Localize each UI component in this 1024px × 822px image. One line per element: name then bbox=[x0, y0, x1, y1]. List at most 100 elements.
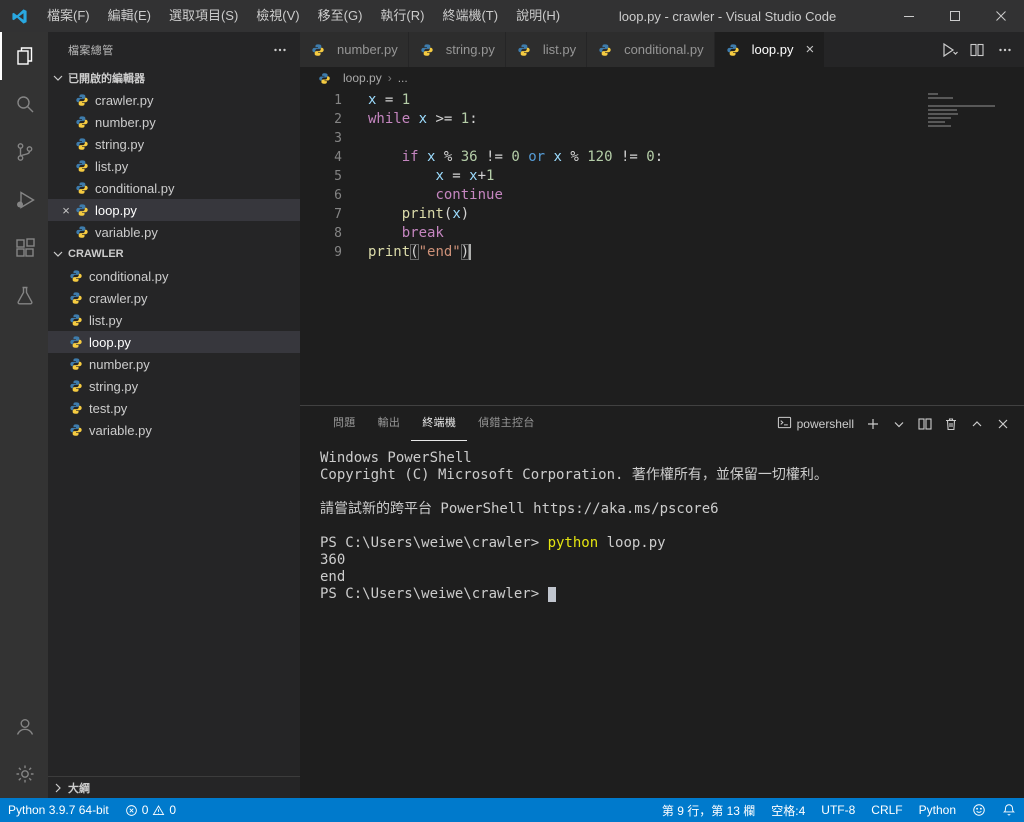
run-button[interactable] bbox=[936, 37, 962, 63]
language-mode[interactable]: Python bbox=[911, 798, 964, 822]
maximize-panel-button[interactable] bbox=[966, 413, 988, 435]
panel-tab[interactable]: 終端機 bbox=[411, 406, 468, 441]
code-line[interactable]: 8 break bbox=[300, 224, 1024, 243]
tab-label: number.py bbox=[337, 42, 398, 57]
run-debug-icon[interactable] bbox=[0, 176, 48, 224]
menu-item-0[interactable]: 檔案(F) bbox=[38, 0, 99, 32]
eol-sequence[interactable]: CRLF bbox=[863, 798, 910, 822]
close-icon[interactable]: × bbox=[58, 203, 74, 218]
python-file-icon bbox=[74, 158, 90, 174]
open-editor-item[interactable]: ×conditional.py bbox=[48, 177, 300, 199]
menu-item-6[interactable]: 終端機(T) bbox=[433, 0, 507, 32]
warning-icon bbox=[152, 804, 165, 817]
shell-selector[interactable]: powershell bbox=[777, 415, 854, 433]
editor-more-actions-button[interactable] bbox=[992, 37, 1018, 63]
open-editor-item[interactable]: ×crawler.py bbox=[48, 89, 300, 111]
panel-tab[interactable]: 問題 bbox=[322, 406, 367, 441]
split-editor-button[interactable] bbox=[964, 37, 990, 63]
cursor-position[interactable]: 第 9 行，第 13 欄 bbox=[654, 798, 763, 822]
terminal[interactable]: Windows PowerShell Copyright (C) Microsof… bbox=[300, 441, 1024, 798]
editor-tab[interactable]: string.py bbox=[408, 32, 506, 67]
notifications-bell-icon[interactable] bbox=[994, 798, 1024, 822]
open-editor-item[interactable]: ×variable.py bbox=[48, 221, 300, 243]
python-file-icon bbox=[74, 136, 90, 152]
panel-tab[interactable]: 輸出 bbox=[367, 406, 412, 441]
close-panel-button[interactable] bbox=[992, 413, 1014, 435]
menu-item-2[interactable]: 選取項目(S) bbox=[160, 0, 247, 32]
editor-tab[interactable]: conditional.py bbox=[587, 32, 715, 67]
editor-tab[interactable]: list.py bbox=[505, 32, 588, 67]
close-icon[interactable]: × bbox=[806, 42, 815, 57]
line-number: 8 bbox=[334, 226, 342, 241]
source-control-icon[interactable] bbox=[0, 128, 48, 176]
panel-tab[interactable]: 偵錯主控台 bbox=[467, 406, 546, 441]
open-editor-item[interactable]: ×number.py bbox=[48, 111, 300, 133]
python-file-icon bbox=[597, 42, 613, 58]
minimap[interactable] bbox=[928, 93, 1008, 127]
maximize-button[interactable] bbox=[932, 0, 978, 32]
file-item[interactable]: list.py bbox=[48, 309, 300, 331]
editor-tab[interactable]: number.py bbox=[300, 32, 409, 67]
file-item[interactable]: number.py bbox=[48, 353, 300, 375]
sidebar-header: 檔案總管 bbox=[48, 32, 300, 67]
file-item[interactable]: loop.py bbox=[48, 331, 300, 353]
explorer-icon[interactable] bbox=[0, 32, 48, 80]
file-item[interactable]: variable.py bbox=[48, 419, 300, 441]
file-name: loop.py bbox=[95, 202, 137, 218]
open-editor-item[interactable]: × loop.py bbox=[48, 199, 300, 221]
python-file-icon bbox=[516, 42, 532, 58]
close-button[interactable] bbox=[978, 0, 1024, 32]
python-file-icon bbox=[68, 356, 84, 372]
code-line[interactable]: 9 print("end") bbox=[300, 243, 1024, 262]
outline-label: 大綱 bbox=[68, 782, 90, 795]
breadcrumb-symbol[interactable]: ... bbox=[398, 71, 408, 85]
editor-tab[interactable]: loop.py × bbox=[714, 32, 826, 67]
open-editors-label: 已開啟的編輯器 bbox=[68, 73, 145, 85]
code-line[interactable]: 3 bbox=[300, 129, 1024, 148]
terminal-line: Windows PowerShell bbox=[320, 450, 472, 466]
code-line[interactable]: 2 while x >= 1: bbox=[300, 110, 1024, 129]
indentation[interactable]: 空格:4 bbox=[763, 798, 813, 822]
code-line[interactable]: 5 x = x+1 bbox=[300, 167, 1024, 186]
breadcrumb[interactable]: loop.py › ... bbox=[300, 67, 1024, 89]
search-icon[interactable] bbox=[0, 80, 48, 128]
code-line[interactable]: 1x = 1 bbox=[300, 91, 1024, 110]
line-number: 5 bbox=[334, 169, 342, 184]
terminal-dropdown-icon[interactable] bbox=[888, 413, 910, 435]
outline-section-header[interactable]: 大綱 bbox=[48, 776, 300, 798]
settings-gear-icon[interactable] bbox=[0, 750, 48, 798]
code-line[interactable]: 6 continue bbox=[300, 186, 1024, 205]
problems-status[interactable]: 0 0 bbox=[117, 798, 184, 822]
code-editor[interactable]: 1x = 1 2 while x >= 1: 3 4 if x % 36 != 0 or… bbox=[300, 89, 1024, 405]
menu-item-1[interactable]: 編輯(E) bbox=[99, 0, 160, 32]
extensions-icon[interactable] bbox=[0, 224, 48, 272]
file-item[interactable]: test.py bbox=[48, 397, 300, 419]
menu-item-5[interactable]: 執行(R) bbox=[371, 0, 433, 32]
more-actions-icon[interactable] bbox=[272, 42, 288, 58]
file-item[interactable]: string.py bbox=[48, 375, 300, 397]
kill-terminal-trash-icon[interactable] bbox=[940, 413, 962, 435]
feedback-icon[interactable] bbox=[964, 798, 994, 822]
menu-item-7[interactable]: 說明(H) bbox=[507, 0, 569, 32]
file-item[interactable]: conditional.py bbox=[48, 265, 300, 287]
line-number: 2 bbox=[334, 112, 342, 127]
minimize-button[interactable] bbox=[886, 0, 932, 32]
account-icon[interactable] bbox=[0, 702, 48, 750]
panel-tabs: 問題 輸出 終端機 偵錯主控台 bbox=[322, 406, 546, 441]
menu-item-3[interactable]: 檢視(V) bbox=[247, 0, 308, 32]
breadcrumb-file[interactable]: loop.py bbox=[343, 71, 382, 85]
menu-item-4[interactable]: 移至(G) bbox=[309, 0, 372, 32]
code-line[interactable]: 7 print(x) bbox=[300, 205, 1024, 224]
panel-header: 問題 輸出 終端機 偵錯主控台 powershell bbox=[300, 406, 1024, 441]
open-editor-item[interactable]: ×string.py bbox=[48, 133, 300, 155]
encoding[interactable]: UTF-8 bbox=[813, 798, 863, 822]
file-item[interactable]: crawler.py bbox=[48, 287, 300, 309]
split-terminal-button[interactable] bbox=[914, 413, 936, 435]
open-editors-section-header[interactable]: 已開啟的編輯器 bbox=[48, 67, 300, 89]
folder-section-header[interactable]: CRAWLER bbox=[48, 243, 300, 265]
testing-icon[interactable] bbox=[0, 272, 48, 320]
open-editor-item[interactable]: ×list.py bbox=[48, 155, 300, 177]
code-line[interactable]: 4 if x % 36 != 0 or x % 120 != 0: bbox=[300, 148, 1024, 167]
python-version[interactable]: Python 3.9.7 64-bit bbox=[0, 798, 117, 822]
new-terminal-button[interactable] bbox=[862, 413, 884, 435]
